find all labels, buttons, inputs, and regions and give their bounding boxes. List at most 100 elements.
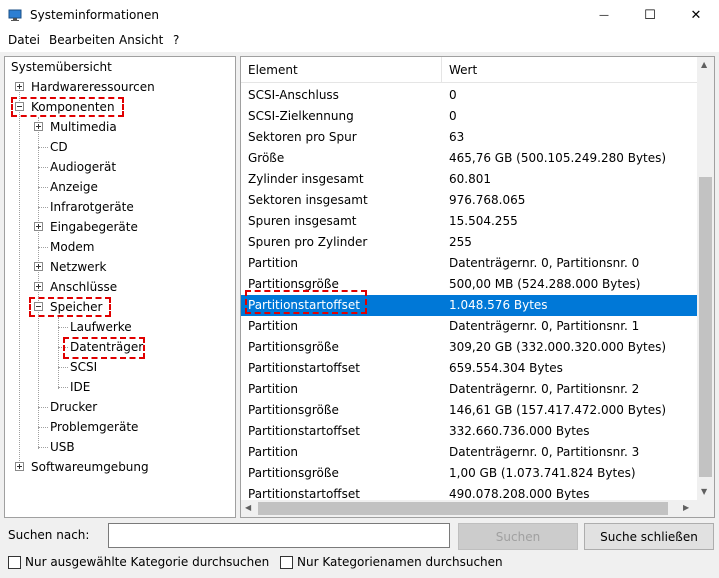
- close-button[interactable]: ✕: [673, 0, 719, 30]
- list-row[interactable]: Spuren pro Zylinder 255: [241, 232, 697, 253]
- list-row[interactable]: Partitionsgröße 309,20 GB (332.000.320.00…: [241, 337, 697, 358]
- list-row[interactable]: SCSI-Zielkennung 0: [241, 106, 697, 127]
- tree-item-datentraeger[interactable]: Datenträger: [68, 337, 145, 357]
- tree-item-problemgeraete[interactable]: Problemgeräte: [48, 417, 140, 437]
- row-element: Partitionsgröße: [248, 277, 339, 291]
- tree-item-systemuebersicht[interactable]: Systemübersicht: [9, 57, 114, 77]
- list-row[interactable]: Partition Datenträgernr. 0, Partitionsnr.…: [241, 316, 697, 337]
- list-row[interactable]: Spuren insgesamt 15.504.255: [241, 211, 697, 232]
- tree-item-drucker[interactable]: Drucker: [48, 397, 99, 417]
- tree-item-laufwerke[interactable]: Laufwerke: [68, 317, 134, 337]
- category-tree[interactable]: Systemübersicht Hardwareressourcen Kompo…: [4, 56, 236, 518]
- tree-connector: [38, 247, 48, 248]
- menu-ansicht[interactable]: Ansicht: [119, 33, 163, 47]
- list-row[interactable]: Partitionstartoffset 1.048.576 Bytes: [241, 295, 697, 316]
- row-value: 15.504.255: [449, 214, 518, 228]
- tree-connector: [38, 167, 48, 168]
- row-element: SCSI-Zielkennung: [248, 109, 354, 123]
- list-row[interactable]: Zylinder insgesamt 60.801: [241, 169, 697, 190]
- list-row[interactable]: Partition Datenträgernr. 0, Partitionsnr.…: [241, 379, 697, 400]
- checkbox[interactable]: [8, 555, 21, 569]
- tree-item-modem[interactable]: Modem: [48, 237, 96, 257]
- scroll-left-icon[interactable]: ◀: [245, 503, 251, 512]
- list-row[interactable]: Partitionsgröße 500,00 MB (524.288.000 By…: [241, 274, 697, 295]
- horizontal-scroll-thumb[interactable]: [258, 502, 668, 515]
- expand-icon[interactable]: [34, 262, 43, 271]
- list-row[interactable]: Größe 465,76 GB (500.105.249.280 Bytes): [241, 148, 697, 169]
- tree-item-eingabegeraete[interactable]: Eingabegeräte: [34, 217, 224, 237]
- expand-icon[interactable]: [34, 282, 43, 291]
- row-value: Datenträgernr. 0, Partitionsnr. 1: [449, 319, 640, 333]
- menu-help[interactable]: ?: [173, 33, 179, 47]
- menu-bearbeiten[interactable]: Bearbeiten: [49, 33, 115, 47]
- scroll-down-icon[interactable]: ▼: [701, 487, 707, 496]
- tree-item-anschluesse[interactable]: Anschlüsse: [34, 277, 224, 297]
- search-button[interactable]: Suchen: [458, 523, 578, 550]
- tree-item-label: Anschlüsse: [50, 280, 118, 294]
- row-value: 976.768.065: [449, 193, 526, 207]
- list-row[interactable]: Sektoren insgesamt 976.768.065: [241, 190, 697, 211]
- maximize-button[interactable]: ☐: [627, 0, 673, 30]
- vertical-scrollbar[interactable]: ▲ ▼: [697, 57, 714, 500]
- tree-item-netzwerk[interactable]: Netzwerk: [34, 257, 224, 277]
- close-search-button[interactable]: Suche schließen: [584, 523, 714, 550]
- expand-icon[interactable]: [15, 82, 24, 91]
- details-list[interactable]: Element Wert SCSI-Anschluss 0 SCSI-Zielken…: [240, 56, 715, 518]
- tree-connector: [58, 327, 68, 328]
- collapse-icon[interactable]: [15, 102, 24, 111]
- tree-item-hardwareressourcen[interactable]: Hardwareressourcen: [15, 77, 215, 97]
- minimize-button[interactable]: —: [581, 0, 627, 30]
- list-row[interactable]: Sektoren pro Spur 63: [241, 127, 697, 148]
- list-row[interactable]: Partition Datenträgernr. 0, Partitionsnr.…: [241, 253, 697, 274]
- tree-item-cd[interactable]: CD: [48, 137, 70, 157]
- expand-icon[interactable]: [34, 122, 43, 131]
- tree-item-multimedia[interactable]: Multimedia: [34, 117, 224, 137]
- list-row[interactable]: Partitionstartoffset 659.554.304 Bytes: [241, 358, 697, 379]
- column-header-value[interactable]: Wert: [449, 63, 477, 77]
- row-element: Größe: [248, 151, 285, 165]
- row-element: Spuren pro Zylinder: [248, 235, 368, 249]
- scroll-up-icon[interactable]: ▲: [701, 60, 707, 69]
- maximize-icon: ☐: [644, 7, 656, 23]
- horizontal-scrollbar[interactable]: ◀ ▶: [241, 500, 697, 517]
- search-input[interactable]: [108, 523, 450, 548]
- row-value: 500,00 MB (524.288.000 Bytes): [449, 277, 641, 291]
- tree-item-infrarotgeraete[interactable]: Infrarotgeräte: [48, 197, 136, 217]
- row-element: Partition: [248, 445, 299, 459]
- tree-connector: [19, 87, 20, 469]
- checkbox-label: Nur Kategorienamen durchsuchen: [297, 555, 503, 569]
- tree-item-softwareumgebung[interactable]: Softwareumgebung: [15, 457, 215, 477]
- menu-bar: Datei Bearbeiten Ansicht ?: [0, 30, 719, 52]
- option-selected-category[interactable]: Nur ausgewählte Kategorie durchsuchen: [8, 555, 269, 569]
- list-row[interactable]: Partitionsgröße 1,00 GB (1.073.741.824 By…: [241, 463, 697, 484]
- vertical-scroll-thumb[interactable]: [699, 177, 712, 477]
- list-row[interactable]: Partitionsgröße 146,61 GB (157.417.472.00…: [241, 400, 697, 421]
- list-row[interactable]: Partitionstartoffset 332.660.736.000 Byte…: [241, 421, 697, 442]
- row-value: 63: [449, 130, 465, 144]
- tree-item-ide[interactable]: IDE: [68, 377, 92, 397]
- collapse-icon[interactable]: [34, 302, 43, 311]
- menu-datei[interactable]: Datei: [8, 33, 40, 47]
- row-value: Datenträgernr. 0, Partitionsnr. 0: [449, 256, 640, 270]
- tree-item-label: Hardwareressourcen: [31, 80, 155, 94]
- checkbox[interactable]: [280, 555, 293, 569]
- expand-icon[interactable]: [34, 222, 43, 231]
- tree-item-anzeige[interactable]: Anzeige: [48, 177, 100, 197]
- expand-icon[interactable]: [15, 462, 24, 471]
- option-category-names[interactable]: Nur Kategorienamen durchsuchen: [280, 555, 503, 569]
- tree-item-scsi[interactable]: SCSI: [68, 357, 99, 377]
- list-row[interactable]: SCSI-Anschluss 0: [241, 85, 697, 106]
- column-divider[interactable]: [441, 57, 442, 83]
- tree-item-audiogeraet[interactable]: Audiogerät: [48, 157, 118, 177]
- tree-item-label: Komponenten: [31, 100, 115, 114]
- column-header-element[interactable]: Element: [248, 63, 298, 77]
- tree-item-komponenten[interactable]: Komponenten: [15, 97, 215, 117]
- row-element: Partitionsgröße: [248, 403, 339, 417]
- list-row[interactable]: Partition Datenträgernr. 0, Partitionsnr.…: [241, 442, 697, 463]
- tree-item-label: Drucker: [50, 400, 98, 414]
- tree-item-usb[interactable]: USB: [48, 437, 77, 457]
- tree-item-label: Multimedia: [50, 120, 117, 134]
- scrollbar-corner: [697, 500, 714, 517]
- tree-item-speicher[interactable]: Speicher: [34, 297, 224, 317]
- scroll-right-icon[interactable]: ▶: [683, 503, 689, 512]
